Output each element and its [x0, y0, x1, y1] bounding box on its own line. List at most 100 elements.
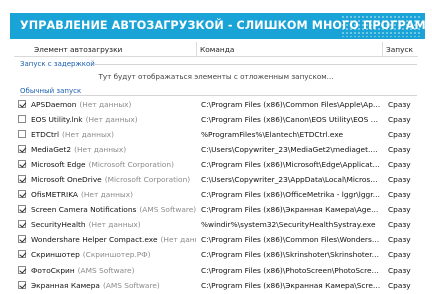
item-command: C:\Program Files (x86)\OfficeMetrika - l… [201, 190, 381, 200]
item-publisher: (Microsoft Corporation) [104, 174, 191, 184]
group-divider [95, 64, 417, 65]
item-publisher: (Скриншотер.РФ) [82, 250, 151, 260]
item-title: Экранная Камера [31, 280, 100, 290]
item-publisher: (Нет данных) [88, 220, 141, 230]
group-delayed-label: Запуск с задержкой [20, 60, 95, 68]
item-publisher: (Microsoft Corporation) [88, 159, 175, 169]
item-name: APSDaemon (Нет данных) [31, 100, 131, 109]
enable-checkbox[interactable] [18, 99, 26, 108]
item-publisher: (Нет данных) [80, 190, 134, 200]
item-publisher: (Нет данных) [79, 99, 132, 109]
item-title: OfisMETRIKA [31, 190, 78, 200]
enable-checkbox[interactable] [18, 280, 26, 289]
item-command: C:\Program Files (x86)\Common Files\Wond… [201, 235, 381, 245]
list-item[interactable]: Wondershare Helper Compact.exe(Нет данны… [0, 232, 432, 247]
column-header-start[interactable]: Запуск [386, 45, 413, 54]
item-start-type: Сразу [388, 99, 411, 109]
item-name: ФотоСкрин (AMS Software) [31, 266, 135, 275]
item-title: Скриншотер [31, 250, 80, 260]
item-name: SecurityHealth (Нет данных) [31, 220, 141, 229]
item-publisher: (Нет данных) [74, 144, 127, 154]
item-title: EOS Utility.lnk [31, 114, 83, 124]
item-title: Microsoft OneDrive [31, 174, 102, 184]
item-command: C:\Program Files (x86)\Экранная Камера\A… [201, 205, 381, 215]
table-header: Элемент автозагрузки Команда Запуск [14, 42, 418, 57]
item-name: Screen Camera Notifications (AMS Software… [31, 205, 196, 214]
enable-checkbox[interactable] [18, 235, 26, 244]
enable-checkbox[interactable] [18, 250, 26, 259]
enable-checkbox[interactable] [18, 144, 26, 153]
item-publisher: (Нет данных) [160, 235, 197, 245]
item-command: C:\Program Files (x86)\Common Files\Appl… [201, 99, 381, 109]
list-item[interactable]: Скриншотер (Скриншотер.РФ) C:\Program File… [0, 247, 432, 262]
enable-checkbox[interactable] [18, 129, 26, 138]
list-item[interactable]: SecurityHealth (Нет данных) %windir%\syste… [0, 217, 432, 232]
item-start-type: Сразу [388, 265, 411, 275]
item-title: ФотоСкрин [31, 265, 75, 275]
item-start-type: Сразу [388, 280, 411, 290]
list-item[interactable]: Экранная Камера (AMS Software) C:\Program … [0, 277, 432, 292]
enable-checkbox[interactable] [18, 114, 26, 123]
item-name: MediaGet2 (Нет данных) [31, 145, 126, 154]
item-start-type: Сразу [388, 205, 411, 215]
item-title: Screen Camera Notifications [31, 205, 137, 215]
item-command: C:\Program Files (x86)\Microsoft\Edge\Ap… [201, 159, 381, 169]
item-name: OfisMETRIKA (Нет данных) [31, 190, 133, 199]
item-title: MediaGet2 [31, 144, 72, 154]
item-start-type: Сразу [388, 250, 411, 260]
item-title: SecurityHealth [31, 220, 86, 230]
item-title: ETDCtrl [31, 129, 60, 139]
list-item[interactable]: MediaGet2 (Нет данных) C:\Users\Copywriter… [0, 141, 432, 156]
group-normal-label: Обычный запуск [20, 87, 82, 95]
item-publisher: (Нет данных) [85, 114, 138, 124]
column-separator[interactable] [196, 42, 197, 56]
item-name: Microsoft OneDrive (Microsoft Corporation… [31, 175, 190, 184]
item-publisher: (AMS Software) [102, 280, 160, 290]
item-name: Скриншотер (Скриншотер.РФ) [31, 250, 151, 259]
list-item[interactable]: Microsoft Edge (Microsoft Corporation) C:\… [0, 156, 432, 171]
enable-checkbox[interactable] [18, 174, 26, 183]
item-start-type: Сразу [388, 129, 411, 139]
item-command: %ProgramFiles%\Elantech\ETDCtrl.exe [201, 129, 344, 139]
item-name: Wondershare Helper Compact.exe(Нет данны… [31, 235, 196, 244]
startup-list: APSDaemon (Нет данных) C:\Program Files (x… [0, 96, 432, 292]
item-command: C:\Program Files (x86)\Skrinshoter\Skrin… [201, 250, 381, 260]
item-name: Microsoft Edge (Microsoft Corporation) [31, 160, 174, 169]
item-publisher: (Нет данных) [62, 129, 115, 139]
item-start-type: Сразу [388, 190, 411, 200]
title-banner: УПРАВЛЕНИЕ АВТОЗАГРУЗКОЙ - СЛИШКОМ МНОГО… [10, 13, 425, 39]
enable-checkbox[interactable] [18, 190, 26, 199]
item-name: Экранная Камера (AMS Software) [31, 281, 160, 290]
column-separator[interactable] [382, 42, 383, 56]
item-title: APSDaemon [31, 99, 77, 109]
list-item[interactable]: Screen Camera Notifications (AMS Software… [0, 202, 432, 217]
list-item[interactable]: ETDCtrl (Нет данных) %ProgramFiles%\Elante… [0, 126, 432, 141]
item-publisher: (AMS Software) [139, 205, 196, 215]
item-title: Microsoft Edge [31, 159, 86, 169]
column-header-command[interactable]: Команда [200, 45, 234, 54]
item-start-type: Сразу [388, 144, 411, 154]
item-command: C:\Users\Copywriter_23\AppData\Local\Mic… [201, 174, 381, 184]
item-command: %windir%\system32\SecurityHealthSystray.… [201, 220, 376, 230]
list-item[interactable]: Microsoft OneDrive (Microsoft Corporation… [0, 171, 432, 186]
delayed-placeholder: Тут будут отображаться элементы с отложе… [98, 72, 334, 81]
item-name: ETDCtrl (Нет данных) [31, 130, 114, 139]
item-start-type: Сразу [388, 174, 411, 184]
enable-checkbox[interactable] [18, 159, 26, 168]
enable-checkbox[interactable] [18, 205, 26, 214]
decorative-dots [341, 15, 421, 37]
item-name: EOS Utility.lnk (Нет данных) [31, 115, 138, 124]
enable-checkbox[interactable] [18, 220, 26, 229]
list-item[interactable]: APSDaemon (Нет данных) C:\Program Files (x… [0, 96, 432, 111]
list-item[interactable]: EOS Utility.lnk (Нет данных) C:\Program Fi… [0, 111, 432, 126]
item-start-type: Сразу [388, 235, 411, 245]
list-item[interactable]: OfisMETRIKA (Нет данных) C:\Program Files … [0, 187, 432, 202]
list-item[interactable]: ФотоСкрин (AMS Software) C:\Program Files … [0, 262, 432, 277]
item-start-type: Сразу [388, 220, 411, 230]
item-publisher: (AMS Software) [77, 265, 135, 275]
item-command: C:\Program Files (x86)\Экранная Камера\S… [201, 280, 381, 290]
column-header-item[interactable]: Элемент автозагрузки [34, 45, 122, 54]
item-start-type: Сразу [388, 114, 411, 124]
enable-checkbox[interactable] [18, 265, 26, 274]
item-command: C:\Program Files (x86)\PhotoScreen\Photo… [201, 265, 381, 275]
